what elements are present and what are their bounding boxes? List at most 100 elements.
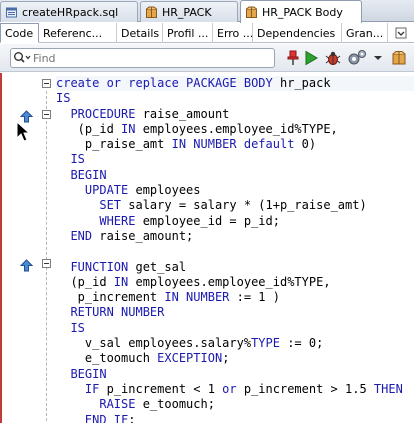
code-line[interactable]: RAISE e_toomuch; (56, 397, 414, 412)
code-keyword: create or replace PACKAGE BODY (56, 76, 280, 90)
code-line[interactable]: RETURN NUMBER (56, 305, 414, 320)
code-line[interactable]: p_increment IN NUMBER := 1 ) (56, 290, 414, 305)
code-line[interactable]: BEGIN (56, 168, 414, 183)
code-line[interactable]: PROCEDURE raise_amount (56, 107, 414, 122)
sql-file-icon (6, 7, 17, 17)
tab-label: HR_PACK (162, 5, 212, 19)
code-keyword: UPDATE (56, 183, 136, 198)
tab-references[interactable]: Referenc... (39, 23, 117, 43)
code-text-token: := 0; (287, 336, 324, 351)
code-editor[interactable]: create or replace PACKAGE BODY hr_pack IS… (0, 73, 414, 423)
tab-dependencies[interactable]: Dependencies (253, 23, 342, 43)
package-icon (146, 6, 157, 18)
fold-toggle-package[interactable] (42, 79, 51, 88)
find-box (10, 48, 275, 68)
code-line[interactable]: p_raise_amt IN NUMBER default 0) (56, 137, 414, 152)
tab-overflow[interactable] (388, 23, 414, 43)
code-text-token: p_increment > 1.5 (243, 381, 374, 396)
fold-toggle-procedure[interactable] (42, 110, 51, 119)
code-text-token: salary = salary * (1+p_raise_amt) (128, 198, 367, 213)
code-keyword: RAISE (56, 397, 143, 412)
run-icon[interactable] (302, 49, 320, 67)
code-line[interactable]: IF p_increment < 1 or p_increment > 1.5 … (56, 382, 414, 397)
code-line[interactable]: e_toomuch EXCEPTION; (56, 351, 414, 366)
code-line[interactable]: END raise_amount; (56, 229, 414, 244)
code-keyword: SET (56, 198, 129, 213)
code-text-token: employees.employee_id%TYPE, (135, 274, 331, 289)
code-text-token: hr_pack (279, 76, 331, 90)
code-keyword: IF (56, 381, 107, 396)
debug-icon[interactable] (324, 49, 342, 67)
code-keyword: WHERE (56, 213, 143, 228)
tab-code[interactable]: Code (0, 23, 39, 43)
code-text-token: e_toomuch; (142, 397, 215, 412)
code-line[interactable]: IS (56, 91, 414, 106)
tab-grants[interactable]: Gran... (342, 23, 388, 43)
code-text-token: v_sal employees.salary% (56, 336, 252, 351)
code-text-token: employees (135, 183, 201, 198)
code-text-token: raise_amount; (99, 228, 194, 243)
code-text-token: p_increment < 1 (106, 381, 223, 396)
code-line[interactable]: IS (56, 152, 414, 167)
code-line[interactable] (56, 244, 414, 259)
code-keyword: THEN (373, 381, 403, 396)
pin-icon[interactable] (284, 49, 302, 67)
tab-details[interactable]: Details (117, 23, 163, 43)
code-text-token: e_toomuch (56, 351, 158, 366)
tab-label: Referenc... (43, 26, 103, 40)
code-text-token: 0) (301, 137, 317, 152)
tab-createhrpack-sql[interactable]: createHRpack.sql (0, 1, 138, 22)
dropdown-arrow-icon[interactable] (372, 49, 384, 67)
code-text-token: ; (222, 351, 230, 366)
code-line[interactable]: END IF; (56, 413, 414, 423)
tab-label: createHRpack.sql (22, 5, 119, 19)
fold-toggle-function[interactable] (42, 259, 51, 268)
code-text-token: ; (128, 412, 136, 423)
tab-label: HR_PACK Body (262, 5, 343, 19)
tab-label: Gran... (346, 26, 384, 40)
code-line[interactable]: SET salary = salary * (1+p_raise_amt) (56, 198, 414, 213)
code-line[interactable]: IS (56, 321, 414, 336)
tab-profiles[interactable]: Profil ... (163, 23, 213, 43)
code-keyword: RETURN NUMBER (56, 305, 165, 320)
package-body-icon (246, 6, 257, 18)
code-line[interactable]: v_sal employees.salary%TYPE := 0; (56, 336, 414, 351)
tab-errors[interactable]: Erro ... (213, 23, 253, 43)
code-text[interactable]: create or replace PACKAGE BODY hr_pack IS… (56, 76, 414, 423)
package-icon[interactable] (390, 49, 408, 67)
tab-hr-pack-body[interactable]: HR_PACK Body (240, 0, 362, 23)
search-icon[interactable] (11, 49, 33, 67)
code-keyword: BEGIN (56, 366, 107, 381)
code-line[interactable]: (p_id IN employees.employee_id%TYPE, (56, 122, 414, 137)
override-up-arrow-icon[interactable] (20, 259, 33, 272)
code-keyword: or (222, 381, 244, 396)
document-tab-strip: createHRpack.sql HR_PACK HR_PACK Body (0, 0, 414, 23)
code-text-token: employees.employee_id%TYPE, (142, 121, 338, 136)
code-keyword: END IF (56, 412, 129, 423)
tab-label: Dependencies (257, 26, 336, 40)
code-keyword: IN NUMBER default (171, 137, 302, 152)
code-line[interactable]: WHERE employee_id = p_id; (56, 214, 414, 229)
code-line[interactable]: BEGIN (56, 367, 414, 382)
tab-list-icon (395, 27, 407, 39)
code-keyword: PROCEDURE (56, 106, 143, 121)
code-line[interactable]: create or replace PACKAGE BODY hr_pack (56, 76, 414, 92)
editor-toolbar (0, 44, 414, 72)
tab-hr-pack[interactable]: HR_PACK (140, 1, 238, 22)
tab-label: Profil ... (167, 26, 209, 40)
find-input[interactable] (33, 50, 263, 66)
code-text-token: p_increment (56, 290, 165, 305)
code-keyword: IN (121, 121, 143, 136)
code-keyword: IN (113, 274, 136, 289)
code-text-token: employee_id = p_id; (142, 213, 280, 228)
code-text-token: := 1 ) (236, 290, 280, 305)
tab-label: Erro ... (217, 26, 253, 40)
settings-gear-icon[interactable] (346, 49, 370, 67)
code-keyword: FUNCTION (56, 259, 136, 274)
code-line[interactable]: (p_id IN employees.employee_id%TYPE, (56, 275, 414, 290)
code-line[interactable]: FUNCTION get_sal (56, 260, 414, 275)
tab-label: Details (121, 26, 160, 40)
code-keyword: IN NUMBER (164, 290, 237, 305)
mouse-pointer-icon (16, 121, 31, 142)
code-line[interactable]: UPDATE employees (56, 183, 414, 198)
